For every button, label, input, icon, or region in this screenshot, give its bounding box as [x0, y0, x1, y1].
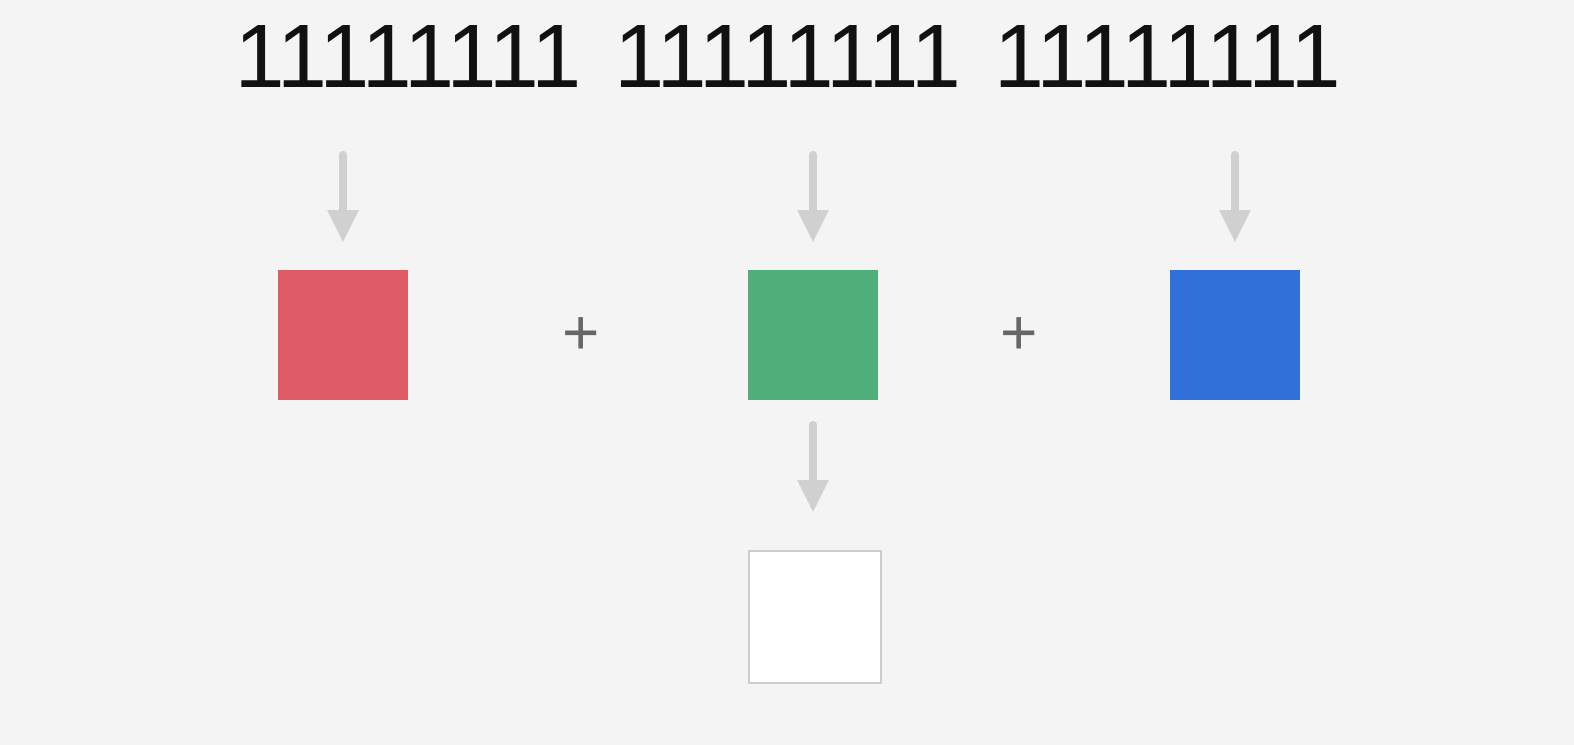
swatch-green: [748, 270, 878, 400]
binary-row: 11111111 11111111 11111111: [0, 12, 1574, 102]
swatch-red: [278, 270, 408, 400]
byte-red: 11111111: [234, 12, 580, 102]
rgb-diagram: 11111111 11111111 11111111 + +: [0, 0, 1574, 745]
arrow-down-icon: [793, 420, 833, 520]
byte-green: 11111111: [614, 12, 960, 102]
swatch-blue: [1170, 270, 1300, 400]
arrow-down-icon: [323, 150, 363, 250]
plus-icon: +: [562, 300, 599, 364]
byte-blue: 11111111: [994, 12, 1340, 102]
arrow-down-icon: [793, 150, 833, 250]
swatch-result: [748, 550, 882, 684]
arrow-down-icon: [1215, 150, 1255, 250]
plus-icon: +: [1000, 300, 1037, 364]
